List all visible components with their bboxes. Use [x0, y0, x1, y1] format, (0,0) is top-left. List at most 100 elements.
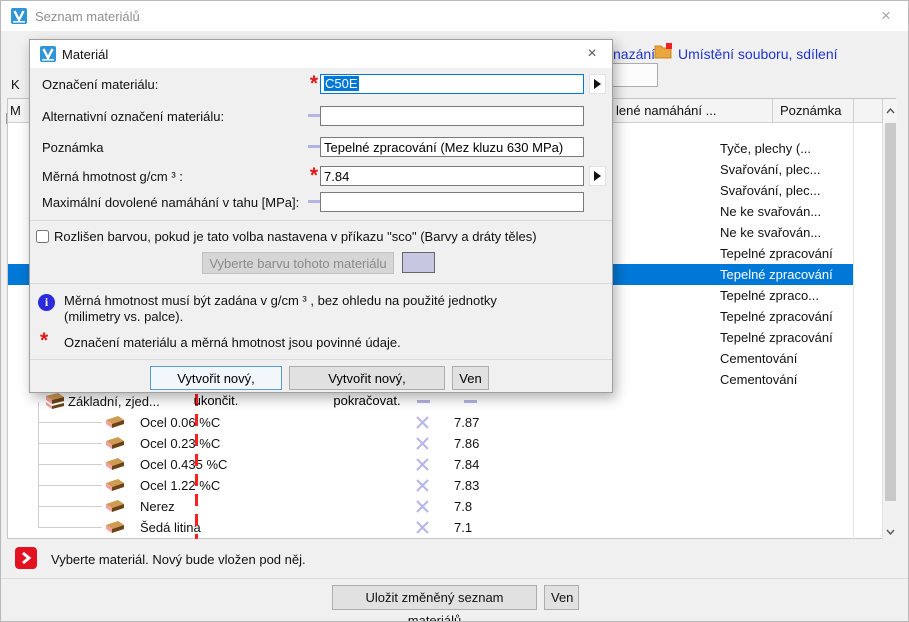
- density-picker-button[interactable]: [589, 166, 606, 186]
- tree-connector: [38, 443, 102, 444]
- left-text-fragment: K: [11, 77, 20, 92]
- field-label-designation: Označení materiálu:: [42, 77, 158, 92]
- required-note-text: Označení materiálu a měrná hmotnost jsou…: [64, 335, 401, 350]
- exit-button[interactable]: Ven: [544, 585, 579, 610]
- info-text-line2: (milimetry vs. palce).: [64, 309, 183, 324]
- folder-icon: [654, 43, 673, 59]
- save-list-button[interactable]: Uložit změněný seznam materiálů: [332, 585, 537, 610]
- tree-item-label: Nerez: [140, 496, 175, 517]
- density-input[interactable]: [320, 166, 584, 186]
- scroll-down-button[interactable]: [883, 524, 898, 540]
- tree-item-label: Ocel 0.23 %C: [140, 433, 220, 454]
- info-icon: i: [38, 294, 55, 311]
- file-location-label[interactable]: Umístění souboru, sdílení: [678, 46, 838, 62]
- x-mark-icon: [416, 416, 429, 429]
- header-poznamka[interactable]: Poznámka: [780, 103, 841, 118]
- tree-item-label: Ocel 0.435 %C: [140, 454, 227, 475]
- dialog-titlebar: Materiál ×: [30, 40, 612, 68]
- tree-item-row[interactable]: Ocel 0.435 %C 7.84: [8, 454, 853, 475]
- header-separator: [772, 99, 773, 123]
- app-logo-icon: [40, 46, 56, 62]
- dash-icon: [417, 400, 430, 403]
- status-message: Vyberte materiál. Nový bude vložen pod n…: [51, 552, 306, 567]
- header-material-fragment: M: [10, 103, 21, 118]
- smazani-label-fragment[interactable]: nazání: [613, 46, 655, 62]
- material-bar-icon: [102, 520, 126, 534]
- field-label-note: Poznámka: [42, 140, 103, 155]
- scrollbar-thumb[interactable]: [885, 123, 896, 501]
- materials-window: Seznam materiálů × nazání Umístění soubo…: [0, 0, 909, 622]
- footer-divider: [1, 578, 908, 579]
- color-distinguish-label: Rozlišen barvou, pokud je tato volba nas…: [54, 229, 537, 244]
- tree-item-row[interactable]: Šedá litina 7.1: [8, 517, 853, 538]
- dialog-exit-button[interactable]: Ven: [452, 366, 489, 390]
- material-bar-icon: [102, 478, 126, 492]
- chevron-up-icon: [886, 108, 895, 114]
- tree-connector: [38, 506, 102, 507]
- material-bar-icon: [102, 457, 126, 471]
- material-bar-icon: [102, 415, 126, 429]
- x-mark-icon: [416, 479, 429, 492]
- column-line: [853, 123, 854, 540]
- material-bar-icon: [102, 499, 126, 513]
- header-separator: [853, 99, 854, 123]
- tree-item-label: Ocel 1.22 %C: [140, 475, 220, 496]
- tree-item-row[interactable]: Ocel 1.22 %C 7.83: [8, 475, 853, 496]
- red-guide-line: [195, 394, 198, 539]
- tree-item-row[interactable]: Nerez 7.8: [8, 496, 853, 517]
- color-swatch[interactable]: [402, 252, 435, 273]
- tree-item-label: Šedá litina: [140, 517, 201, 538]
- x-mark-icon: [416, 437, 429, 450]
- note-input[interactable]: [320, 137, 584, 157]
- tree-connector: [38, 485, 102, 486]
- create-new-continue-button[interactable]: Vytvořit nový, pokračovat.: [289, 366, 445, 390]
- designation-picker-button[interactable]: [589, 74, 606, 94]
- field-label-max-stress: Maximální dovolené namáhání v tahu [MPa]…: [42, 195, 299, 210]
- tree-root-row[interactable]: Základní, zjed...: [8, 391, 853, 412]
- window-close-icon[interactable]: ×: [874, 4, 898, 28]
- window-titlebar: Seznam materiálů ×: [1, 1, 908, 31]
- density-value: 7.83: [454, 475, 479, 496]
- dialog-divider: [30, 220, 612, 221]
- pick-color-button[interactable]: Vyberte barvu tohoto materiálu: [202, 252, 394, 274]
- max-stress-input[interactable]: [320, 192, 584, 212]
- color-distinguish-checkbox[interactable]: [36, 230, 49, 243]
- designation-input[interactable]: C50E: [320, 74, 584, 94]
- dialog-divider: [30, 359, 612, 360]
- material-stack-icon: [42, 393, 66, 410]
- tree-connector: [38, 422, 102, 423]
- tree-item-row[interactable]: Ocel 0.23 %C 7.86: [8, 433, 853, 454]
- header-namahani[interactable]: lené namáhání ...: [616, 103, 716, 118]
- selected-text: C50E: [324, 76, 359, 91]
- tree-item-row[interactable]: Ocel 0.06 %C 7.87: [8, 412, 853, 433]
- material-bar-icon: [102, 436, 126, 450]
- density-value: 7.87: [454, 412, 479, 433]
- toolbar-field-fragment[interactable]: [613, 63, 658, 87]
- material-dialog: Materiál × Označení materiálu: * C50E Al…: [29, 39, 613, 393]
- density-value: 7.86: [454, 433, 479, 454]
- dialog-divider: [30, 283, 612, 284]
- play-arrow-icon: [594, 171, 601, 181]
- alt-designation-input[interactable]: [320, 106, 584, 126]
- app-logo-icon: [11, 8, 27, 24]
- density-value: 7.1: [454, 517, 472, 538]
- scroll-up-button[interactable]: [882, 99, 897, 123]
- x-mark-icon: [416, 458, 429, 471]
- tree-item-label: Ocel 0.06 %C: [140, 412, 220, 433]
- x-mark-icon: [416, 500, 429, 513]
- dialog-close-icon[interactable]: ×: [580, 42, 604, 66]
- info-text-line1: Měrná hmotnost musí být zadána v g/cm ³ …: [64, 293, 497, 308]
- tree-connector: [38, 527, 102, 528]
- required-icon: *: [40, 333, 48, 349]
- density-value: 7.8: [454, 496, 472, 517]
- dash-icon: [464, 400, 477, 403]
- play-arrow-icon: [594, 79, 601, 89]
- field-label-density: Měrná hmotnost g/cm ³ :: [42, 169, 183, 184]
- window-title: Seznam materiálů: [35, 9, 140, 24]
- status-arrow-icon: [15, 547, 37, 569]
- chevron-down-icon: [886, 529, 895, 535]
- tree-connector: [38, 464, 102, 465]
- create-new-exit-button[interactable]: Vytvořit nový, ukončit.: [150, 366, 282, 390]
- x-mark-icon: [416, 521, 429, 534]
- scrollbar[interactable]: [882, 123, 897, 540]
